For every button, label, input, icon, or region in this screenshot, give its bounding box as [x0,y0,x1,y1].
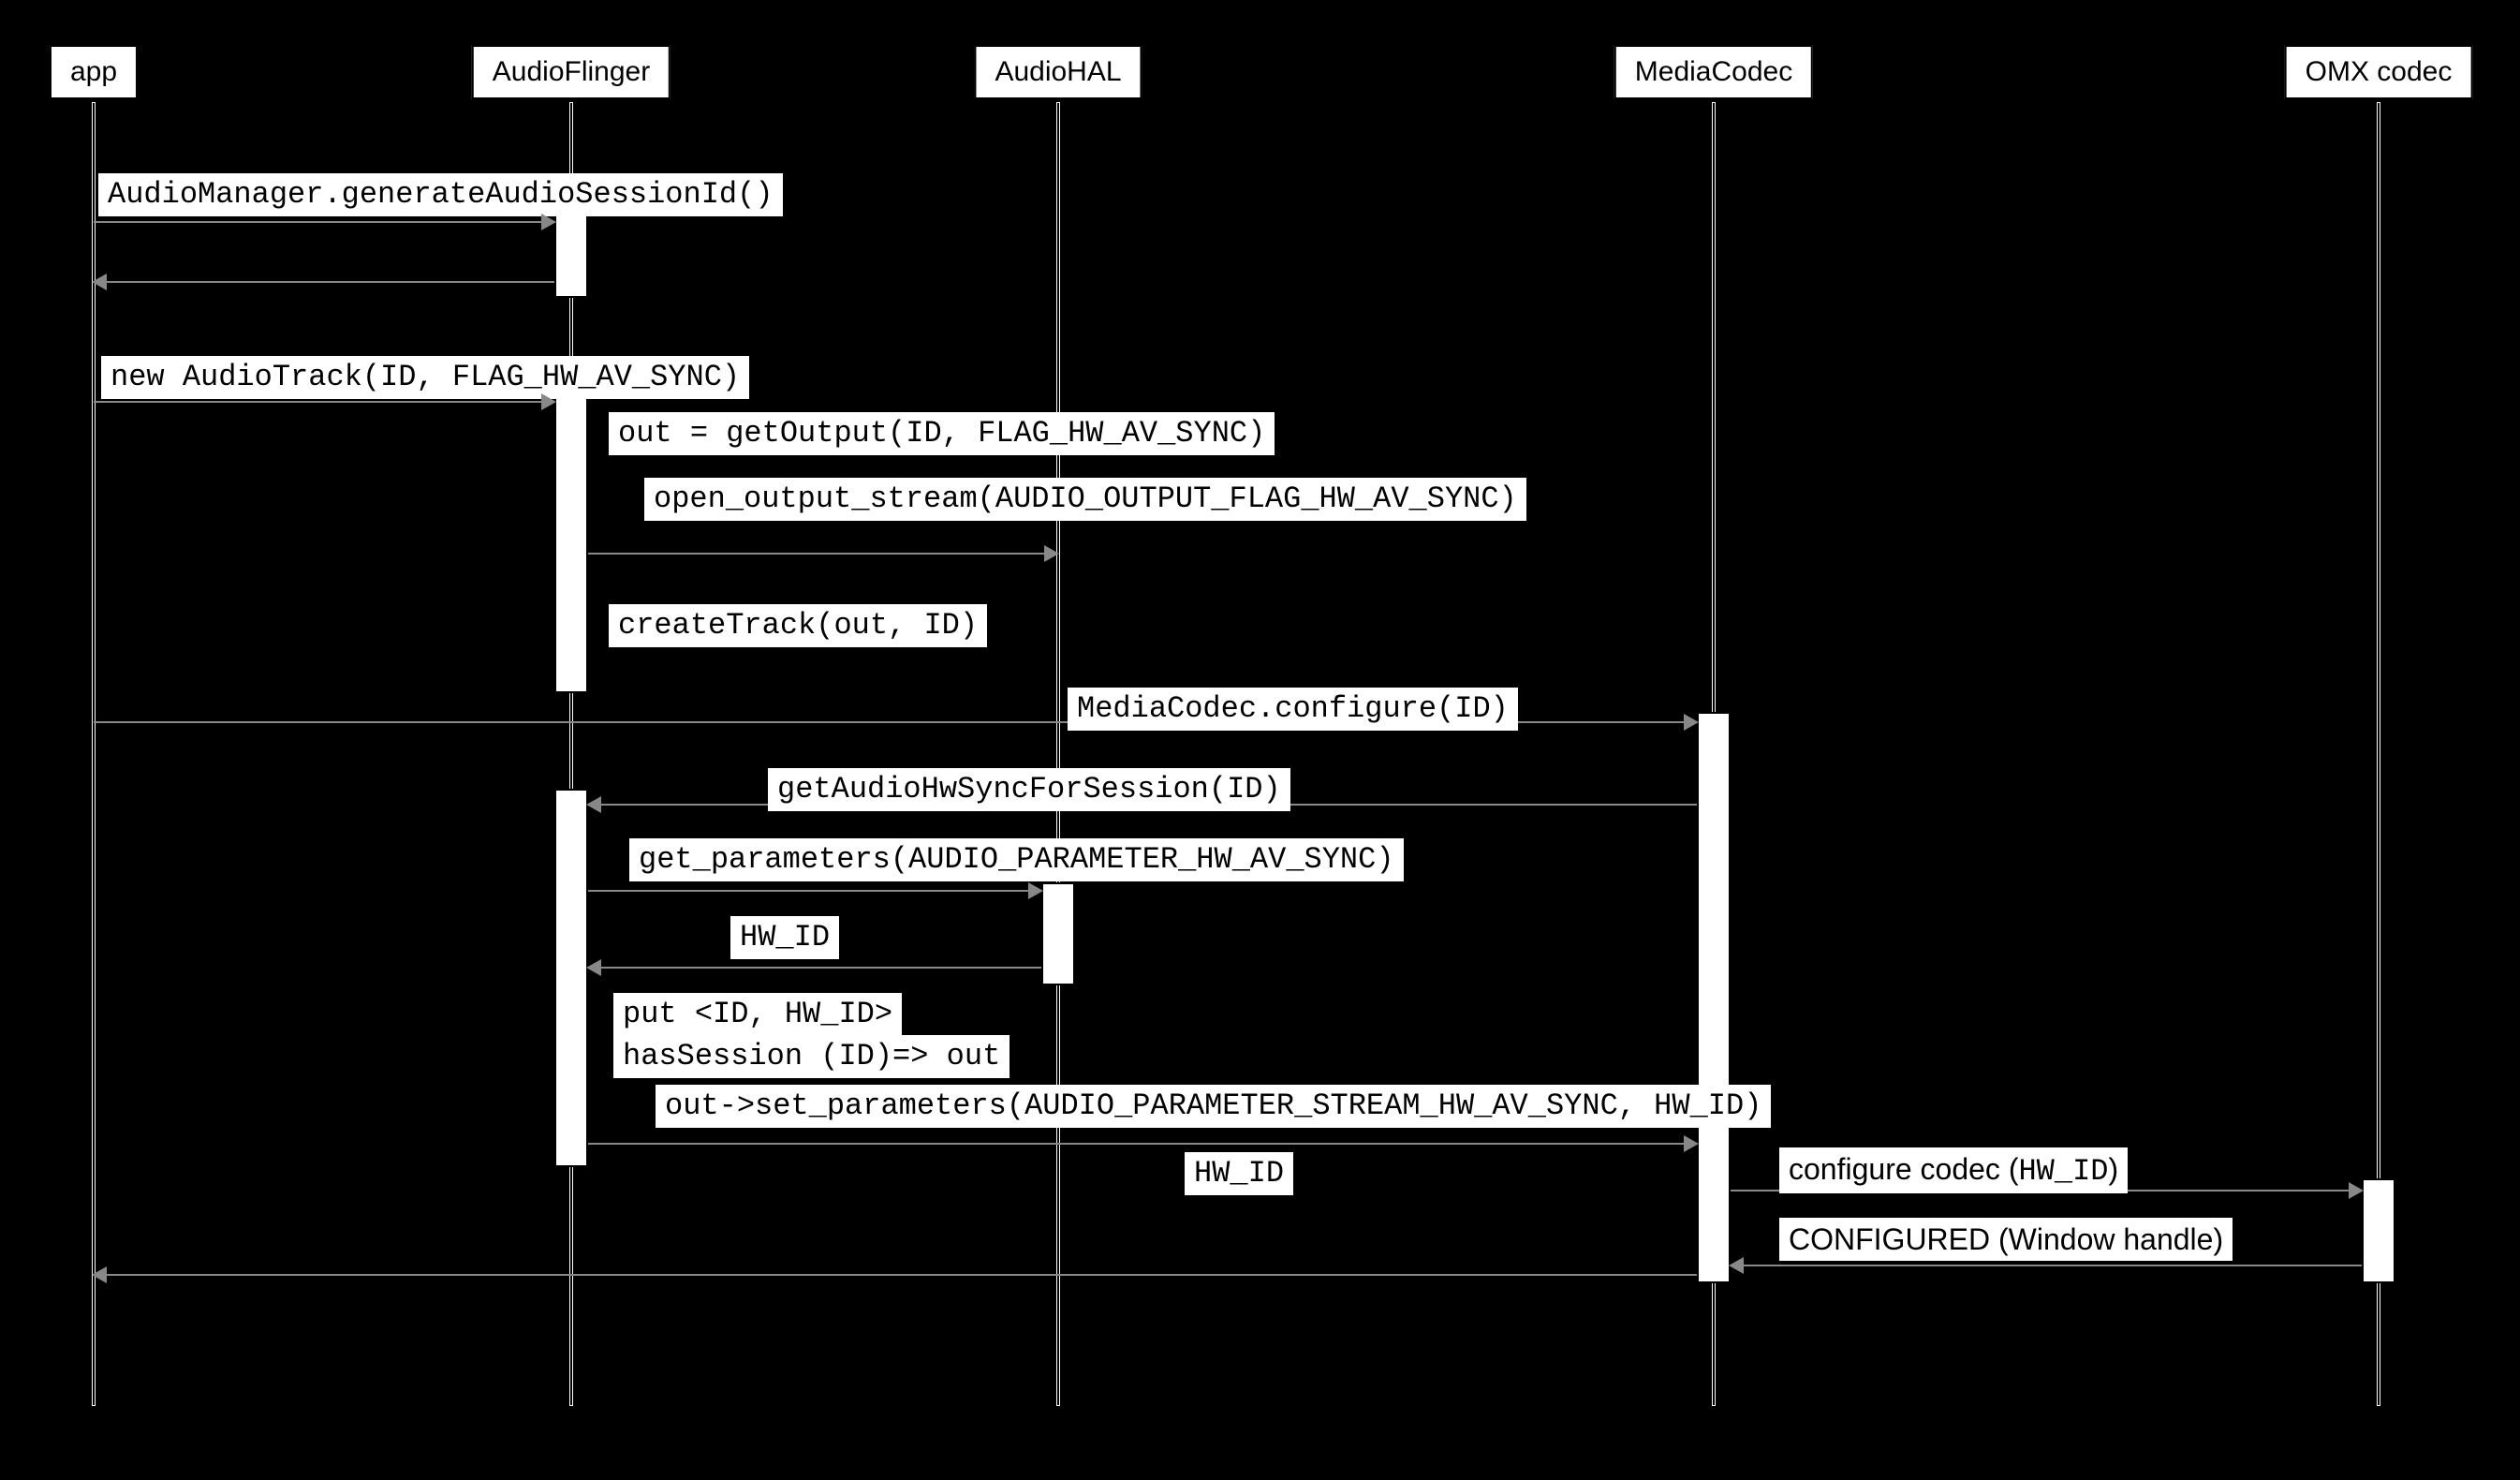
activation-af-1 [554,204,588,298]
label-m3: out = getOutput(ID, FLAG_HW_AV_SYNC) [609,412,1275,455]
arrow-m4 [588,553,1057,555]
arrow-m2 [94,401,554,403]
activation-mc-1 [1697,712,1731,1283]
label-m11: out->set_parameters(AUDIO_PARAMETER_STRE… [656,1085,1771,1128]
label-m6: MediaCodec.configure(ID) [1068,688,1518,731]
label-m9: HW_ID [730,916,839,959]
activation-af-3 [554,789,588,1167]
label-m14: CONFIGURED (Window handle) [1779,1218,2233,1261]
label-m13-pre: configure codec ( [1789,1152,2018,1186]
activation-af-2 [554,384,588,693]
arrow-final-return [94,1274,1697,1276]
activation-omx-1 [2362,1178,2395,1283]
arrow-m1-return [94,281,554,283]
arrow-m1 [94,221,554,223]
label-m13-code: HW_ID [2018,1154,2108,1189]
arrow-m8 [588,890,1041,892]
arrow-m14 [1731,1265,2362,1266]
label-m10a: put <ID, HW_ID> [613,993,902,1036]
label-m13-post: ) [2108,1152,2118,1186]
label-m12: HW_ID [1185,1152,1293,1195]
sequence-diagram: app AudioFlinger AudioHAL MediaCodec OMX… [0,0,2520,1480]
activation-hal-1 [1041,882,1075,985]
label-m1: AudioManager.generateAudioSessionId() [98,173,783,216]
lifeline-audioflinger [570,103,572,1405]
participant-omx: OMX codec [2285,45,2473,99]
lifeline-audiohal [1057,103,1059,1405]
label-m10b: hasSession (ID)=> out [613,1035,1009,1078]
lifeline-app [93,103,95,1405]
label-m5: createTrack(out, ID) [609,604,987,647]
participant-audioflinger: AudioFlinger [472,45,671,99]
label-m8: get_parameters(AUDIO_PARAMETER_HW_AV_SYN… [629,838,1404,881]
label-m4: open_output_stream(AUDIO_OUTPUT_FLAG_HW_… [644,478,1526,521]
arrow-m9 [588,967,1041,969]
label-m13: configure codec (HW_ID) [1779,1147,2128,1193]
participant-audiohal: AudioHAL [974,45,1142,99]
participant-mediacodec: MediaCodec [1614,45,1813,99]
label-m7: getAudioHwSyncForSession(ID) [768,768,1290,811]
label-m2: new AudioTrack(ID, FLAG_HW_AV_SYNC) [101,356,749,399]
arrow-m12 [588,1143,1697,1145]
participant-app: app [50,45,138,99]
